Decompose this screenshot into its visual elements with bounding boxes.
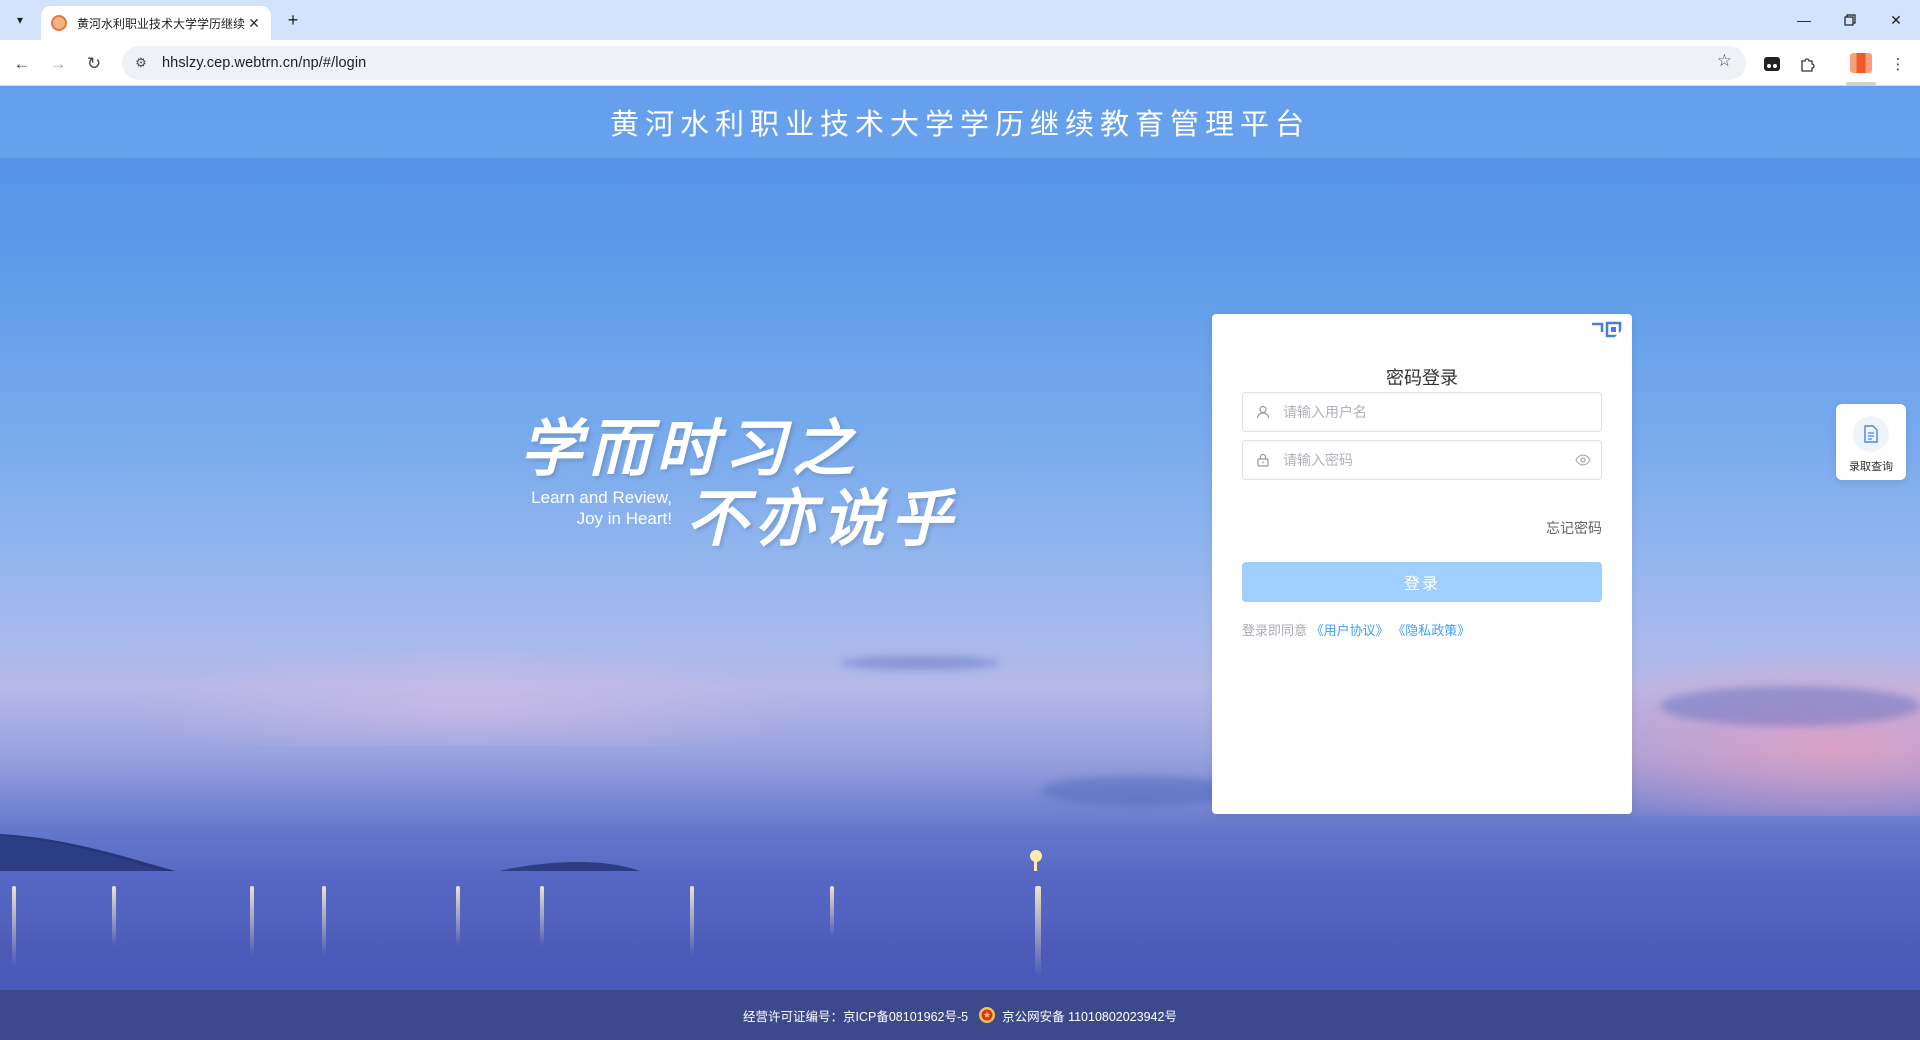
puzzle-icon xyxy=(1801,58,1815,72)
footer: 经营许可证编号：京ICP备08101962号-5 京公网安备 110108020… xyxy=(0,990,1920,1040)
user-agreement-link[interactable]: 《用户协议》 xyxy=(1311,623,1389,638)
light-reflection xyxy=(1035,886,1041,976)
slogan-chinese-line2: 不亦说乎 xyxy=(686,482,959,555)
police-badge-icon xyxy=(979,1007,996,1023)
admission-query-label: 录取查询 xyxy=(1849,461,1893,473)
police-record-text[interactable]: 京公网安备 11010802023942号 xyxy=(1002,1006,1177,1025)
tab-search-button[interactable]: ▾ xyxy=(7,8,33,32)
restore-icon xyxy=(1844,14,1856,26)
arrow-left-icon: ← xyxy=(13,54,31,73)
extension-app-icon xyxy=(1764,57,1780,71)
light-reflection xyxy=(322,886,326,956)
light-reflection xyxy=(456,886,460,946)
reload-button[interactable]: ↻ xyxy=(80,50,108,78)
cloud xyxy=(840,656,1000,670)
eye-icon[interactable] xyxy=(1565,454,1601,466)
privacy-policy-link[interactable]: 《隐私政策》 xyxy=(1392,623,1470,638)
lock-icon xyxy=(1243,453,1283,467)
close-icon[interactable]: ✕ xyxy=(245,14,263,32)
reload-icon: ↻ xyxy=(86,54,102,73)
light-reflection xyxy=(112,886,116,946)
icp-license-text[interactable]: 经营许可证编号：京ICP备08101962号-5 xyxy=(743,1006,968,1025)
slogan-english-line2: Joy in Heart! xyxy=(576,509,672,528)
username-input[interactable] xyxy=(1283,394,1601,430)
site-info-icon[interactable]: ⚙ xyxy=(126,48,156,78)
minimize-icon: — xyxy=(1797,12,1811,28)
chevron-down-icon: ▾ xyxy=(16,13,24,27)
close-icon: ✕ xyxy=(1890,11,1902,28)
document-icon xyxy=(1853,416,1889,452)
bookmark-star-icon[interactable]: ☆ xyxy=(1717,51,1732,71)
browser-toolbar: ← → ↻ ⚙ hhslzy.cep.webtrn.cn/np/#/login … xyxy=(0,40,1920,86)
site-title: 黄河水利职业技术大学学历继续教育管理平台 xyxy=(609,107,1310,141)
slogan-english-line1: Learn and Review, xyxy=(531,488,672,507)
username-field[interactable] xyxy=(1242,392,1602,432)
login-title: 密码登录 xyxy=(1386,368,1458,388)
site-favicon-icon xyxy=(51,15,67,31)
address-bar[interactable]: ⚙ hhslzy.cep.webtrn.cn/np/#/login ☆ xyxy=(122,46,1746,80)
more-vertical-icon: ⋮ xyxy=(1890,56,1906,73)
back-button[interactable]: ← xyxy=(8,50,36,78)
coastline-silhouette xyxy=(0,834,1100,886)
light-reflection xyxy=(830,886,834,936)
user-icon xyxy=(1243,405,1283,419)
password-input[interactable] xyxy=(1283,442,1565,478)
tab-title: 黄河水利职业技术大学学历继续 xyxy=(77,16,245,31)
browser-tab-active[interactable]: 黄河水利职业技术大学学历继续 ✕ xyxy=(41,6,271,40)
restore-button[interactable] xyxy=(1830,6,1870,34)
arrow-right-icon: → xyxy=(49,54,67,73)
minimize-button[interactable]: — xyxy=(1784,6,1824,34)
light-reflection xyxy=(250,886,254,956)
profile-avatar[interactable] xyxy=(1850,53,1872,73)
agreement-text: 登录即同意 《用户协议》 《隐私政策》 xyxy=(1242,620,1470,639)
qr-code-login-icon[interactable] xyxy=(1588,318,1628,358)
login-page: 黄河水利职业技术大学学历继续教育管理平台 学而时习之 Learn and Rev… xyxy=(0,86,1920,1040)
forgot-password-link[interactable]: 忘记密码 xyxy=(1546,518,1602,538)
admission-query-button[interactable]: 录取查询 xyxy=(1836,404,1906,480)
forward-button[interactable]: → xyxy=(44,50,72,78)
browser-tab-bar: ▾ 黄河水利职业技术大学学历继续 ✕ + — ✕ xyxy=(0,0,1920,40)
plus-icon: + xyxy=(287,9,299,30)
extensions-menu-button[interactable] xyxy=(1794,50,1822,78)
url-text[interactable]: hhslzy.cep.webtrn.cn/np/#/login xyxy=(162,55,366,71)
login-card: 密码登录 忘记密码 登录 登录即同意 《用户协议》 《隐私政策》 xyxy=(1212,314,1632,814)
password-field[interactable] xyxy=(1242,440,1602,480)
window-close-button[interactable]: ✕ xyxy=(1876,6,1916,34)
extension-button[interactable] xyxy=(1758,50,1786,78)
light-reflection xyxy=(690,886,694,956)
new-tab-button[interactable]: + xyxy=(281,8,305,32)
light-reflection xyxy=(540,886,544,946)
light-reflection xyxy=(12,886,16,966)
browser-menu-button[interactable]: ⋮ xyxy=(1884,50,1912,78)
login-button[interactable]: 登录 xyxy=(1242,562,1602,602)
sea-surface xyxy=(0,871,1920,955)
header-band: 黄河水利职业技术大学学历继续教育管理平台 xyxy=(0,86,1920,158)
agreement-prefix: 登录即同意 xyxy=(1242,623,1308,638)
